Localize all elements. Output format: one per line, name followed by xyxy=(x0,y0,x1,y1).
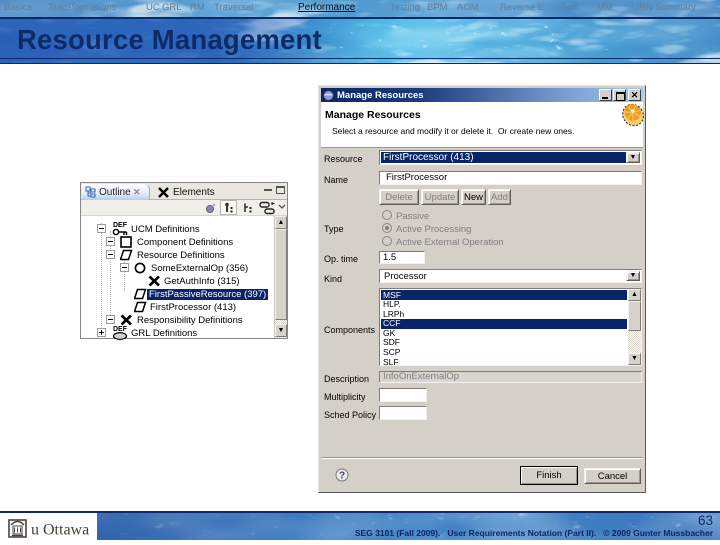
svg-text:DEF: DEF xyxy=(113,326,128,333)
svg-text:DEF: DEF xyxy=(113,222,128,229)
svg-text:u Ottawa: u Ottawa xyxy=(31,522,89,539)
svg-text:?: ? xyxy=(339,471,345,482)
